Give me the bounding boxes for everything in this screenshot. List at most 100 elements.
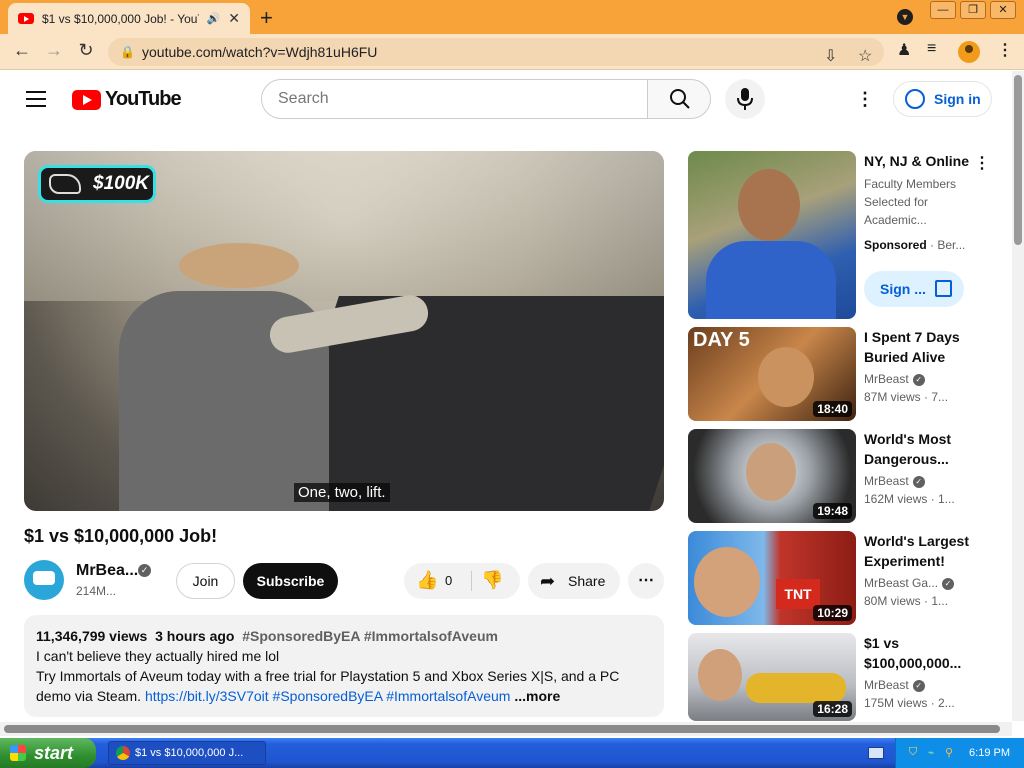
vertical-scroll-thumb[interactable] — [1014, 75, 1022, 245]
youtube-logo[interactable]: YouTube — [72, 88, 182, 111]
search-tray-icon[interactable]: ⚲ — [942, 746, 956, 760]
tab-close-icon[interactable]: ✕ — [228, 10, 240, 27]
verified-icon: ✓ — [912, 679, 925, 692]
video-title[interactable]: World's Most Dangerous... — [864, 429, 972, 469]
browser-tab[interactable]: $1 vs $10,000,000 Job! - YouT 🔊 ✕ — [8, 3, 250, 34]
video-title[interactable]: I Spent 7 Days Buried Alive — [864, 327, 972, 367]
start-label: start — [34, 743, 74, 763]
channel-name[interactable]: MrBeast ✓ — [864, 372, 925, 386]
restore-button[interactable]: ❐ — [960, 1, 986, 19]
show-more-link[interactable]: ...more — [514, 688, 560, 704]
taskbar-item-label: $1 vs $10,000,000 J... — [135, 747, 244, 759]
video-thumbnail[interactable]: TNT 10:29 — [688, 531, 856, 625]
channel-name[interactable]: MrBea... — [76, 562, 138, 580]
verified-check-icon: ✓ — [138, 564, 151, 577]
audio-playing-icon[interactable]: 🔊 — [207, 12, 221, 25]
related-video-2[interactable]: 19:48 World's Most Dangerous... MrBeast ✓… — [688, 429, 998, 523]
video-thumbnail[interactable]: DAY 5 18:40 — [688, 327, 856, 421]
video-title: $1 vs $10,000,000 Job! — [24, 526, 218, 546]
more-actions-button[interactable]: ⋯ — [628, 563, 664, 599]
vertical-scrollbar[interactable] — [1012, 71, 1024, 721]
settings-more-icon[interactable]: ⋮ — [856, 89, 874, 110]
keyboard-icon[interactable] — [868, 747, 884, 759]
system-tray: ⛉ ⌁ ⚲ 6:19 PM — [895, 738, 1024, 768]
forward-arrow-icon[interactable]: → — [42, 40, 66, 61]
related-video-1[interactable]: DAY 5 18:40 I Spent 7 Days Buried Alive … — [688, 327, 998, 421]
video-duration: 16:28 — [813, 701, 852, 717]
ad-thumbnail[interactable] — [688, 151, 856, 319]
ad-body: Faculty Members Selected for Academic... — [864, 177, 957, 227]
search-input[interactable]: Search — [261, 79, 648, 119]
profile-avatar-icon[interactable] — [958, 41, 980, 63]
thumbs-up-icon[interactable]: 👍 — [416, 570, 438, 591]
description-meta: 11,346,799 views 3 hours ago #SponsoredB… — [36, 626, 652, 646]
video-thumbnail[interactable]: 19:48 — [688, 429, 856, 523]
network-icon[interactable]: ⌁ — [924, 746, 938, 760]
sign-in-button[interactable]: Sign in — [893, 81, 992, 117]
windows-taskbar: start $1 vs $10,000,000 J... ⛉ ⌁ ⚲ 6:19 … — [0, 738, 1024, 768]
video-title[interactable]: World's Largest Experiment! — [864, 531, 972, 571]
join-button[interactable]: Join — [176, 563, 235, 599]
straw-hat — [179, 243, 299, 288]
video-title[interactable]: $1 vs $100,000,000... — [864, 633, 972, 673]
video-meta: 87M views · 7... — [864, 390, 949, 404]
channel-label: MrBeast Ga... — [864, 576, 939, 590]
ad-title[interactable]: NY, NJ & Online — [864, 151, 974, 171]
video-player[interactable]: $100K One, two, lift. — [24, 151, 664, 511]
thumb-face — [758, 347, 814, 407]
voice-search-button[interactable] — [725, 79, 765, 119]
share-arrow-icon: ➦ — [540, 571, 556, 591]
video-meta: 175M views · 2... — [864, 696, 955, 710]
video-thumbnail[interactable]: 16:28 — [688, 633, 856, 721]
menu-icon[interactable] — [26, 91, 46, 112]
start-button[interactable]: start — [0, 738, 96, 768]
chrome-menu-icon[interactable]: ⋮ — [997, 40, 1013, 60]
description-hashtags[interactable]: #SponsoredByEA #ImmortalsofAveum — [269, 688, 511, 704]
share-button[interactable]: ➦ Share — [528, 563, 620, 599]
back-arrow-icon[interactable]: ← — [10, 40, 34, 61]
taskbar-chrome-window[interactable]: $1 vs $10,000,000 J... — [108, 741, 266, 765]
video-duration: 19:48 — [813, 503, 852, 519]
lock-icon[interactable]: 🔒 — [120, 38, 135, 66]
new-tab-button[interactable]: + — [260, 5, 273, 31]
video-duration: 18:40 — [813, 401, 852, 417]
sponsored-ad[interactable]: NY, NJ & Online ⋮ Faculty Members Select… — [688, 151, 998, 319]
browser-tab-bar: $1 vs $10,000,000 Job! - YouT 🔊 ✕ + ▼ — … — [0, 0, 1024, 34]
youtube-logo-text: YouTube — [105, 88, 182, 110]
related-video-3[interactable]: TNT 10:29 World's Largest Experiment! Mr… — [688, 531, 998, 625]
close-window-button[interactable]: ✕ — [990, 1, 1016, 19]
description-box[interactable]: 11,346,799 views 3 hours ago #SponsoredB… — [24, 615, 664, 717]
install-app-icon[interactable]: ⇩ — [824, 43, 837, 71]
address-bar[interactable]: 🔒 youtube.com/watch?v=Wdjh81uH6FU ⇩ ☆ — [108, 38, 884, 66]
subscribe-button[interactable]: Subscribe — [243, 563, 338, 599]
video-duration: 10:29 — [813, 605, 852, 621]
channel-label: MrBeast — [864, 474, 909, 488]
external-link-icon — [935, 280, 952, 297]
ad-more-icon[interactable]: ⋮ — [974, 153, 990, 173]
hashtags[interactable]: #SponsoredByEA #ImmortalsofAveum — [242, 628, 498, 644]
security-shield-icon[interactable]: ⛉ — [906, 746, 920, 760]
ad-sign-up-button[interactable]: Sign ... — [864, 271, 964, 307]
description-line-3: demo via Steam. https://bit.ly/3SV7oit #… — [36, 686, 652, 706]
media-control-icon[interactable]: ≡ — [927, 40, 936, 58]
reload-icon[interactable]: ↻ — [74, 40, 98, 61]
minimize-button[interactable]: — — [930, 1, 956, 19]
like-count: 0 — [445, 573, 453, 588]
channel-name[interactable]: MrBeast Ga... ✓ — [864, 576, 955, 590]
channel-name[interactable]: MrBeast ✓ — [864, 474, 925, 488]
channel-name[interactable]: MrBeast ✓ — [864, 678, 925, 692]
description-link[interactable]: https://bit.ly/3SV7oit — [145, 688, 269, 704]
extensions-icon[interactable]: ♟ — [897, 40, 911, 60]
thumbs-down-icon[interactable]: 👎 — [481, 570, 503, 591]
bookmark-star-icon[interactable]: ☆ — [858, 43, 872, 71]
horizontal-scrollbar[interactable] — [0, 722, 1012, 736]
url-text: youtube.com/watch?v=Wdjh81uH6FU — [142, 44, 378, 60]
tab-title: $1 vs $10,000,000 Job! - YouT — [42, 11, 199, 26]
channel-avatar[interactable] — [24, 560, 64, 600]
related-video-4[interactable]: 16:28 $1 vs $100,000,000... MrBeast ✓ 175… — [688, 633, 998, 721]
youtube-header: YouTube Search ⋮ Sign in — [0, 71, 1012, 127]
tab-search-icon[interactable]: ▼ — [897, 9, 913, 25]
video-meta: 162M views · 1... — [864, 492, 955, 506]
horizontal-scroll-thumb[interactable] — [4, 725, 1000, 733]
search-button[interactable] — [647, 79, 711, 119]
